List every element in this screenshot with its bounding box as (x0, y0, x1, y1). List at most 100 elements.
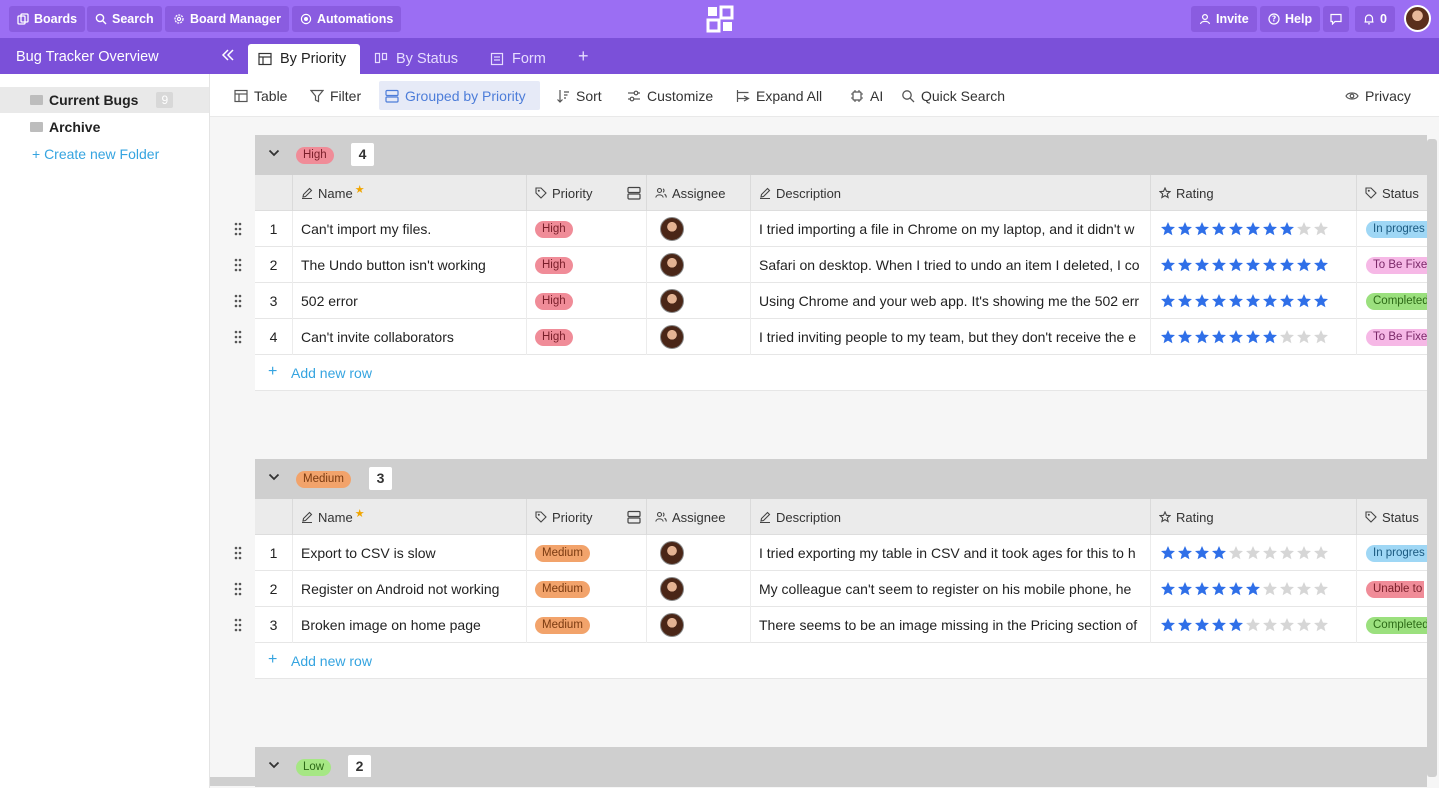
cell-rating[interactable] (1150, 283, 1356, 319)
star-empty-icon[interactable] (1262, 617, 1278, 633)
table-row[interactable]: 3 502 error High Using Chrome and your web … (234, 283, 1427, 319)
star-filled-icon[interactable] (1177, 617, 1193, 633)
chevron-down-icon[interactable] (267, 758, 281, 772)
help-button[interactable]: ? Help (1260, 6, 1321, 32)
table-row[interactable]: 4 Can't invite collaborators High I tried i… (234, 319, 1427, 355)
cell-rating[interactable] (1150, 571, 1356, 607)
star-filled-icon[interactable] (1211, 329, 1227, 345)
star-filled-icon[interactable] (1313, 293, 1329, 309)
drag-handle-icon[interactable] (233, 257, 243, 273)
cell-description[interactable]: I tried exporting my table in CSV and it… (750, 535, 1150, 571)
create-folder-link[interactable]: + Create new Folder (32, 146, 159, 162)
cell-name[interactable]: Export to CSV is slow (292, 535, 526, 571)
user-avatar[interactable] (1404, 5, 1431, 32)
star-filled-icon[interactable] (1194, 221, 1210, 237)
quick-search-button[interactable]: Quick Search (895, 81, 1011, 110)
cell-description[interactable]: I tried inviting people to my team, but … (750, 319, 1150, 355)
star-filled-icon[interactable] (1177, 581, 1193, 597)
star-filled-icon[interactable] (1160, 257, 1176, 273)
drag-handle-icon[interactable] (233, 581, 243, 597)
cell-priority[interactable]: Medium (526, 571, 646, 607)
collapse-sidebar-icon[interactable] (220, 48, 236, 66)
sidebar-folder-archive[interactable]: Archive (0, 114, 209, 140)
star-filled-icon[interactable] (1245, 329, 1261, 345)
star-filled-icon[interactable] (1211, 545, 1227, 561)
chevron-down-icon[interactable] (267, 470, 281, 484)
star-filled-icon[interactable] (1177, 257, 1193, 273)
rating-stars[interactable] (1160, 617, 1329, 633)
star-filled-icon[interactable] (1160, 329, 1176, 345)
star-empty-icon[interactable] (1313, 581, 1329, 597)
star-empty-icon[interactable] (1279, 329, 1295, 345)
star-filled-icon[interactable] (1211, 293, 1227, 309)
star-filled-icon[interactable] (1194, 617, 1210, 633)
cell-priority[interactable]: Medium (526, 607, 646, 643)
cell-status[interactable]: Unable to (1356, 571, 1427, 607)
group-field-icon[interactable] (627, 186, 642, 200)
cell-description[interactable]: Using Chrome and your web app. It's show… (750, 283, 1150, 319)
column-header-description[interactable]: Description (750, 175, 1150, 211)
star-filled-icon[interactable] (1228, 293, 1244, 309)
add-view-button[interactable]: + (578, 46, 589, 67)
star-empty-icon[interactable] (1262, 545, 1278, 561)
expand-all-button[interactable]: Expand All (730, 81, 828, 110)
table-row[interactable]: 2 The Undo button isn't working High Safari… (234, 247, 1427, 283)
star-empty-icon[interactable] (1296, 329, 1312, 345)
star-filled-icon[interactable] (1194, 257, 1210, 273)
star-empty-icon[interactable] (1262, 581, 1278, 597)
board-manager-button[interactable]: Board Manager (165, 6, 289, 32)
horizontal-scrollbar[interactable] (210, 777, 928, 786)
star-empty-icon[interactable] (1296, 545, 1312, 561)
star-filled-icon[interactable] (1160, 221, 1176, 237)
star-empty-icon[interactable] (1245, 545, 1261, 561)
cell-name[interactable]: Can't import my files. (292, 211, 526, 247)
star-filled-icon[interactable] (1228, 581, 1244, 597)
star-empty-icon[interactable] (1228, 545, 1244, 561)
sidebar-folder-current-bugs[interactable]: Current Bugs 9 (0, 87, 209, 113)
star-filled-icon[interactable] (1211, 257, 1227, 273)
star-filled-icon[interactable] (1296, 293, 1312, 309)
star-filled-icon[interactable] (1228, 221, 1244, 237)
star-filled-icon[interactable] (1177, 221, 1193, 237)
rating-stars[interactable] (1160, 221, 1329, 237)
drag-handle-icon[interactable] (233, 293, 243, 309)
star-filled-icon[interactable] (1177, 329, 1193, 345)
column-header-status[interactable]: Status (1356, 175, 1427, 211)
cell-priority[interactable]: High (526, 211, 646, 247)
chevron-down-icon[interactable] (267, 146, 281, 160)
invite-button[interactable]: Invite (1191, 6, 1257, 32)
cell-status[interactable]: In progres (1356, 535, 1427, 571)
star-filled-icon[interactable] (1160, 545, 1176, 561)
star-empty-icon[interactable] (1279, 581, 1295, 597)
cell-assignee[interactable] (646, 319, 750, 355)
star-empty-icon[interactable] (1313, 221, 1329, 237)
rating-stars[interactable] (1160, 293, 1329, 309)
star-filled-icon[interactable] (1245, 257, 1261, 273)
drag-handle-icon[interactable] (233, 545, 243, 561)
automations-button[interactable]: Automations (292, 6, 402, 32)
cell-name[interactable]: Register on Android not working (292, 571, 526, 607)
cell-rating[interactable] (1150, 247, 1356, 283)
table-view-button[interactable]: Table (228, 81, 293, 110)
star-filled-icon[interactable] (1279, 293, 1295, 309)
cell-priority[interactable]: High (526, 283, 646, 319)
star-filled-icon[interactable] (1245, 221, 1261, 237)
cell-description[interactable]: I tried importing a file in Chrome on my… (750, 211, 1150, 247)
column-header-description[interactable]: Description (750, 499, 1150, 535)
star-filled-icon[interactable] (1194, 545, 1210, 561)
star-filled-icon[interactable] (1245, 581, 1261, 597)
notifications-button[interactable]: 0 (1355, 6, 1395, 32)
drag-handle-icon[interactable] (233, 329, 243, 345)
star-filled-icon[interactable] (1160, 293, 1176, 309)
cell-rating[interactable] (1150, 535, 1356, 571)
star-empty-icon[interactable] (1279, 617, 1295, 633)
add-row-button[interactable]: Add new row (291, 365, 372, 381)
star-filled-icon[interactable] (1228, 617, 1244, 633)
star-filled-icon[interactable] (1262, 329, 1278, 345)
column-header-assignee[interactable]: Assignee (646, 499, 750, 535)
star-filled-icon[interactable] (1194, 329, 1210, 345)
star-filled-icon[interactable] (1262, 221, 1278, 237)
cell-name[interactable]: The Undo button isn't working (292, 247, 526, 283)
star-filled-icon[interactable] (1228, 329, 1244, 345)
cell-assignee[interactable] (646, 607, 750, 643)
